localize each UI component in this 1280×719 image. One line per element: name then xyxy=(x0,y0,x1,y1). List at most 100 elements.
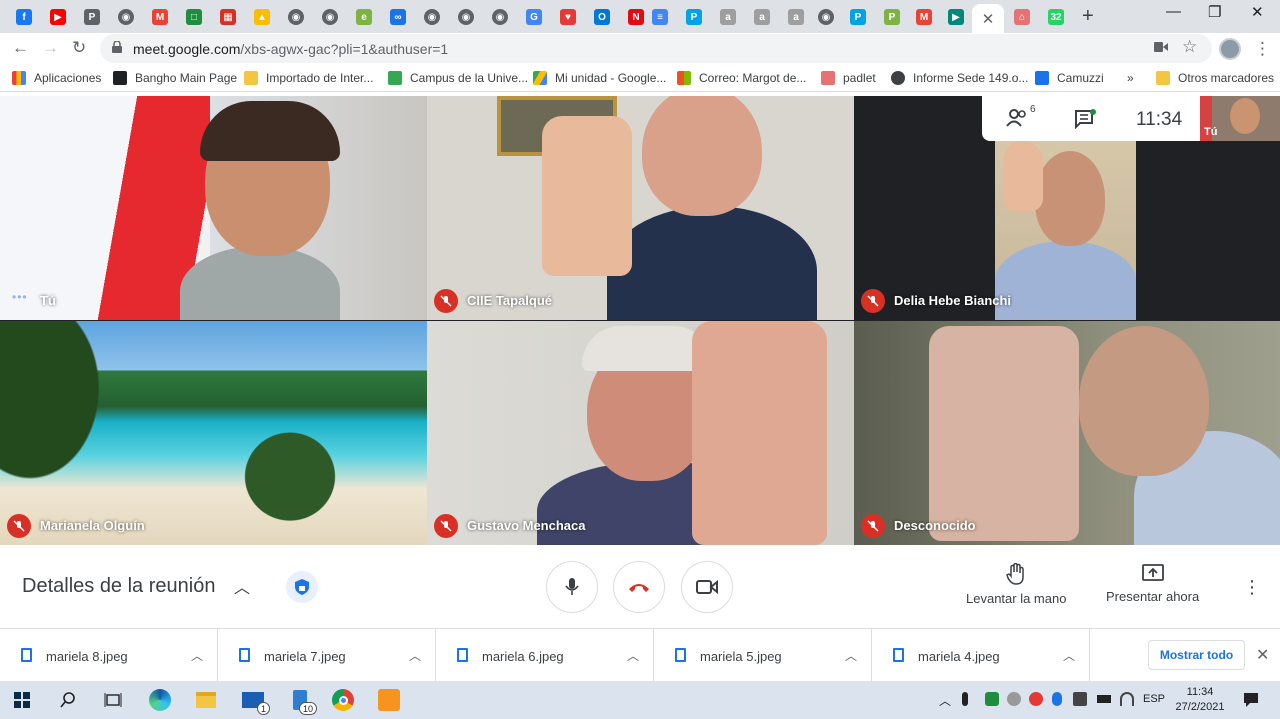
chevron-up-icon[interactable]: ︿ xyxy=(409,647,421,664)
chat-button[interactable] xyxy=(1074,109,1096,134)
people-button[interactable]: 6 xyxy=(1006,104,1036,133)
files-app-icon[interactable]: 10 xyxy=(288,688,317,715)
battery-icon[interactable] xyxy=(1097,695,1111,703)
download-item[interactable]: mariela 6.jpeg ︿ xyxy=(436,629,654,682)
more-bookmarks-button[interactable]: » xyxy=(1127,71,1134,85)
chevron-up-icon[interactable]: ︿ xyxy=(234,574,250,598)
security-shield-icon[interactable] xyxy=(286,571,318,603)
camera-in-use-icon[interactable] xyxy=(1154,42,1168,52)
bluetooth-icon[interactable] xyxy=(1052,692,1062,706)
file-explorer-icon[interactable] xyxy=(194,688,218,712)
minimize-icon[interactable]: — xyxy=(1166,3,1181,20)
bookmark-campus[interactable]: Campus de la Unive... xyxy=(388,71,528,85)
browser-tab[interactable]: a xyxy=(746,4,778,30)
video-tile-marianela-olguin[interactable]: Marianela Olguín xyxy=(0,321,427,545)
present-now-button[interactable]: Presentar ahora xyxy=(1106,563,1199,604)
download-item[interactable]: mariela 4.jpeg ︿ xyxy=(872,629,1090,682)
browser-tab[interactable]: e xyxy=(348,4,380,30)
bookmark-correo[interactable]: Correo: Margot de... xyxy=(677,71,806,85)
browser-tab[interactable]: ◉ xyxy=(450,4,482,30)
browser-tab[interactable]: ✕ xyxy=(972,4,1004,33)
browser-tab[interactable]: ◉ xyxy=(416,4,448,30)
search-icon[interactable] xyxy=(56,688,80,712)
more-options-icon[interactable]: ⋮ xyxy=(1243,577,1261,598)
meeting-details-button[interactable]: Detalles de la reunión xyxy=(22,575,215,598)
video-tile-gustavo-menchaca[interactable]: Gustavo Menchaca xyxy=(427,321,854,545)
chevron-up-icon[interactable]: ︿ xyxy=(845,647,857,664)
notifications-icon[interactable] xyxy=(1239,688,1263,712)
browser-tab[interactable]: f xyxy=(8,4,40,30)
browser-tab[interactable]: ▶ xyxy=(42,4,74,30)
tray-mic-icon[interactable] xyxy=(962,692,968,706)
bookmark-star-icon[interactable]: ☆ xyxy=(1182,37,1197,57)
browser-tab[interactable]: ◉ xyxy=(810,4,842,30)
bookmark-drive[interactable]: Mi unidad - Google... xyxy=(533,71,666,85)
chrome-icon[interactable] xyxy=(331,688,355,712)
task-view-icon[interactable] xyxy=(101,688,125,712)
edge-icon[interactable] xyxy=(148,688,172,712)
video-tile-desconocido[interactable]: Desconocido xyxy=(854,321,1280,545)
forward-icon[interactable]: → xyxy=(42,38,59,58)
bookmark-bangho[interactable]: Bangho Main Page xyxy=(113,71,237,85)
browser-tab[interactable]: P xyxy=(842,4,874,30)
browser-tab[interactable]: ◉ xyxy=(484,4,516,30)
close-window-icon[interactable]: ✕ xyxy=(1251,3,1264,21)
browser-tab[interactable]: ◉ xyxy=(110,4,142,30)
browser-tab[interactable]: ◉ xyxy=(280,4,312,30)
bookmark-camuzzi[interactable]: Camuzzi xyxy=(1035,71,1104,85)
video-tile-self[interactable]: ••• Tú xyxy=(0,96,427,320)
back-icon[interactable]: ← xyxy=(12,38,29,58)
chevron-up-icon[interactable]: ︿ xyxy=(191,647,203,664)
browser-tab[interactable]: ♥ xyxy=(552,4,584,30)
show-all-downloads-button[interactable]: Mostrar todo xyxy=(1148,640,1245,670)
browser-tab[interactable]: 32 xyxy=(1040,4,1072,30)
browser-tab[interactable]: ∞ xyxy=(382,4,414,30)
browser-tab[interactable]: ⌂ xyxy=(1006,4,1038,30)
chevron-up-icon[interactable]: ︿ xyxy=(1063,647,1075,664)
video-tile-ciie-tapalque[interactable]: CIIE Tapalqué xyxy=(427,96,854,320)
tray-alert-icon[interactable] xyxy=(1029,692,1043,706)
raise-hand-button[interactable]: Levantar la mano xyxy=(966,563,1066,606)
browser-tab[interactable]: □ xyxy=(178,4,210,30)
browser-tab[interactable]: P xyxy=(678,4,710,30)
browser-tab[interactable]: ▦ xyxy=(212,4,244,30)
browser-tab[interactable]: P xyxy=(76,4,108,30)
browser-tab[interactable]: a xyxy=(712,4,744,30)
browser-tab[interactable]: P xyxy=(876,4,908,30)
browser-tab[interactable]: a xyxy=(780,4,812,30)
new-tab-button[interactable]: + xyxy=(1082,5,1094,28)
browser-tab[interactable]: ≡ xyxy=(644,4,676,30)
browser-tab[interactable]: M xyxy=(144,4,176,30)
bookmark-informe[interactable]: Informe Sede 149.o... xyxy=(891,71,1028,85)
close-downloads-icon[interactable]: ✕ xyxy=(1256,645,1269,665)
close-icon[interactable]: ✕ xyxy=(980,11,996,28)
tray-antivirus-icon[interactable] xyxy=(985,692,999,706)
leave-call-button[interactable] xyxy=(613,561,665,613)
bookmark-imported[interactable]: Importado de Inter... xyxy=(244,71,373,85)
browser-tab[interactable]: ▶ xyxy=(940,4,972,30)
browser-tab[interactable]: ◉ xyxy=(314,4,346,30)
reload-icon[interactable]: ↻ xyxy=(72,38,86,58)
wifi-icon[interactable] xyxy=(1120,692,1134,706)
address-bar[interactable]: meet.google.com/xbs-agwx-gac?pli=1&authu… xyxy=(100,34,1212,63)
chevron-up-icon[interactable]: ︿ xyxy=(627,647,639,664)
windows-start-icon[interactable] xyxy=(10,688,34,712)
browser-tab[interactable]: O xyxy=(586,4,618,30)
tray-app2-icon[interactable] xyxy=(1073,692,1087,706)
profile-avatar[interactable] xyxy=(1219,38,1241,60)
bookmark-apps[interactable]: Aplicaciones xyxy=(12,71,101,85)
download-item[interactable]: mariela 7.jpeg ︿ xyxy=(218,629,436,682)
maximize-icon[interactable]: ❐ xyxy=(1208,3,1221,21)
tray-app-icon[interactable] xyxy=(1007,692,1021,706)
self-view-thumbnail[interactable]: Tú xyxy=(1200,96,1280,141)
camera-button[interactable] xyxy=(681,561,733,613)
download-item[interactable]: mariela 5.jpeg ︿ xyxy=(654,629,872,682)
taskbar-clock[interactable]: 11:34 27/2/2021 xyxy=(1174,685,1226,715)
app-orange-icon[interactable] xyxy=(377,688,401,712)
download-item[interactable]: mariela 8.jpeg ︿ xyxy=(0,629,218,682)
browser-tab[interactable]: G xyxy=(518,4,550,30)
browser-tab[interactable]: ▲ xyxy=(246,4,278,30)
browser-tab[interactable]: M xyxy=(908,4,940,30)
tray-chevron-icon[interactable]: ︿ xyxy=(939,692,951,709)
bookmark-padlet[interactable]: padlet xyxy=(821,71,876,85)
